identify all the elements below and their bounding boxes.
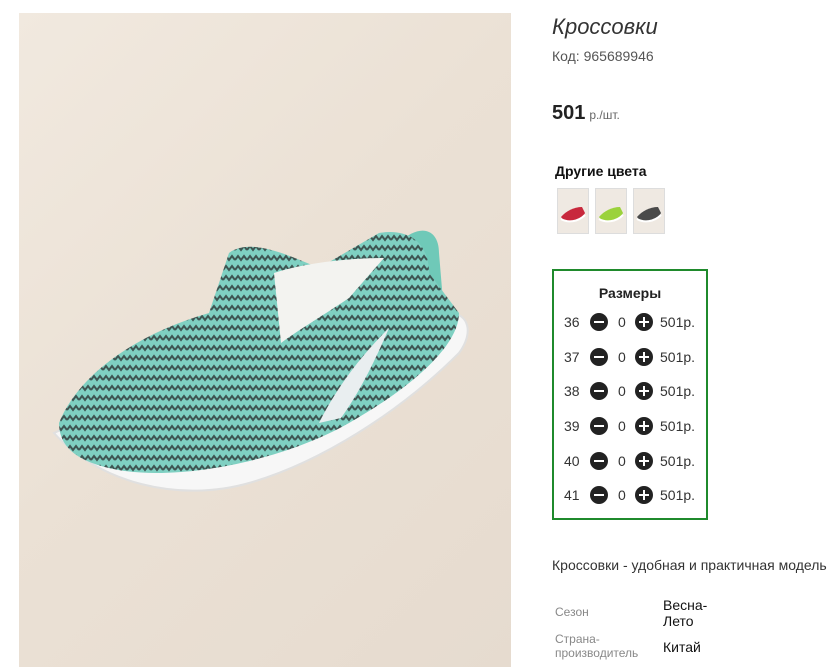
size-row: 39 0 501р. [564, 415, 704, 437]
spec-label-country: Страна-производитель [555, 632, 639, 660]
increase-button[interactable] [635, 417, 653, 435]
increase-button[interactable] [635, 348, 653, 366]
color-swatch-red[interactable] [557, 188, 589, 234]
spec-value-country: Китай [663, 639, 701, 655]
size-price: 501р. [660, 418, 696, 434]
decrease-button[interactable] [590, 417, 608, 435]
quantity-value: 0 [618, 314, 626, 330]
sizes-panel: Размеры 36 0 501р. 37 0 501р. 38 0 501р.… [552, 269, 708, 520]
size-price: 501р. [660, 383, 696, 399]
decrease-button[interactable] [590, 382, 608, 400]
size-label: 37 [564, 349, 580, 365]
size-price: 501р. [660, 349, 696, 365]
decrease-button[interactable] [590, 486, 608, 504]
other-colors-title: Другие цвета [555, 163, 647, 179]
size-row: 40 0 501р. [564, 450, 704, 472]
product-photo[interactable] [19, 13, 511, 667]
price-value: 501 [552, 102, 586, 124]
size-price: 501р. [660, 314, 696, 330]
spec-label-season: Сезон [555, 605, 589, 619]
decrease-button[interactable] [590, 313, 608, 331]
size-label: 39 [564, 418, 580, 434]
quantity-value: 0 [618, 383, 626, 399]
dark-sneaker-thumb-icon [636, 207, 662, 223]
quantity-value: 0 [618, 418, 626, 434]
decrease-button[interactable] [590, 452, 608, 470]
color-swatches [557, 188, 665, 234]
product-title: Кроссовки [552, 14, 658, 39]
sizes-title: Размеры [598, 285, 662, 301]
size-label: 40 [564, 453, 580, 469]
product-description: Кроссовки - удобная и практичная модель [552, 557, 827, 573]
size-label: 38 [564, 383, 580, 399]
color-swatch-dark[interactable] [633, 188, 665, 234]
size-row: 41 0 501р. [564, 484, 704, 506]
increase-button[interactable] [635, 313, 653, 331]
size-row: 37 0 501р. [564, 346, 704, 368]
red-sneaker-thumb-icon [560, 207, 586, 223]
quantity-value: 0 [618, 487, 626, 503]
size-row: 38 0 501р. [564, 380, 704, 402]
size-price: 501р. [660, 453, 696, 469]
size-label: 36 [564, 314, 580, 330]
increase-button[interactable] [635, 382, 653, 400]
quantity-value: 0 [618, 453, 626, 469]
price-unit: р./шт. [589, 108, 620, 122]
green-sneaker-thumb-icon [598, 207, 624, 223]
increase-button[interactable] [635, 486, 653, 504]
decrease-button[interactable] [590, 348, 608, 366]
spec-value-season: Весна-Лето [663, 597, 708, 629]
quantity-value: 0 [618, 349, 626, 365]
size-price: 501р. [660, 487, 696, 503]
sneaker-icon [52, 230, 469, 492]
size-label: 41 [564, 487, 580, 503]
size-row: 36 0 501р. [564, 311, 704, 333]
product-code: Код: 965689946 [552, 48, 654, 64]
increase-button[interactable] [635, 452, 653, 470]
color-swatch-green[interactable] [595, 188, 627, 234]
product-price: 501 р./шт. [552, 102, 620, 125]
